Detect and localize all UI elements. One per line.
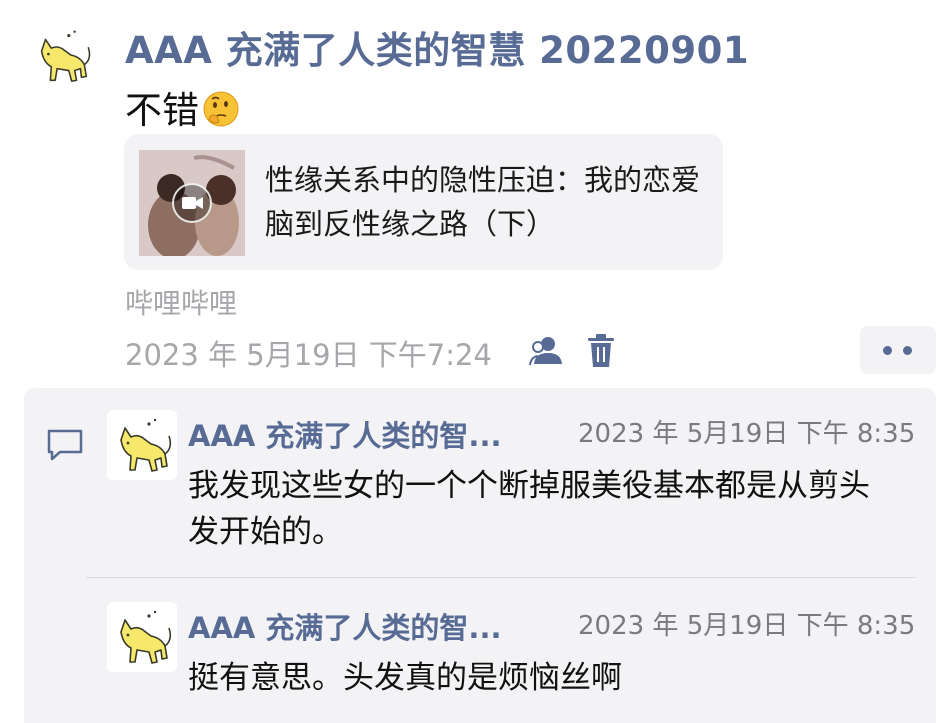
cat-avatar-icon — [40, 30, 91, 83]
thinking-face-icon — [201, 89, 241, 138]
video-camera-icon — [172, 183, 212, 223]
comment-text[interactable]: 挺有意思。头发真的是烦恼丝啊 — [188, 655, 888, 701]
comment-divider — [86, 577, 916, 578]
comment-text[interactable]: 我发现这些女的一个个断掉服美役基本都是从剪头发开始的。 — [188, 463, 888, 555]
post-avatar[interactable] — [28, 22, 96, 90]
post-text: 不错 — [125, 80, 241, 138]
comment-timestamp: 2023 年 5月19日 下午 8:35 — [578, 419, 916, 449]
cat-avatar-icon — [120, 418, 172, 472]
link-card[interactable]: 性缘关系中的隐性压迫：我的恋爱脑到反性缘之路（下） — [124, 134, 723, 270]
comment-timestamp: 2023 年 5月19日 下午 8:35 — [578, 611, 916, 641]
source-label[interactable]: 哔哩哔哩 — [125, 282, 237, 322]
comment-author-name[interactable]: AAA 充满了人类的智... — [188, 605, 501, 647]
more-actions-button[interactable] — [860, 326, 936, 374]
cat-avatar-icon — [120, 610, 172, 664]
video-thumbnail — [139, 150, 245, 256]
post-timestamp: 2023 年 5月19日 下午7:24 — [125, 338, 492, 372]
delete-trash-icon[interactable] — [586, 334, 616, 368]
visibility-people-icon[interactable] — [528, 334, 566, 368]
comment-avatar[interactable] — [107, 602, 177, 672]
link-card-title: 性缘关系中的隐性压迫：我的恋爱脑到反性缘之路（下） — [265, 163, 701, 241]
more-dot-icon — [883, 346, 892, 355]
post-author-name[interactable]: AAA 充满了人类的智慧 20220901 — [125, 20, 749, 74]
comment-bubble-icon — [46, 428, 84, 462]
more-dot-icon — [903, 346, 912, 355]
post-text-content: 不错 — [125, 89, 199, 132]
comment-author-name[interactable]: AAA 充满了人类的智... — [188, 413, 501, 455]
comment-avatar[interactable] — [107, 410, 177, 480]
